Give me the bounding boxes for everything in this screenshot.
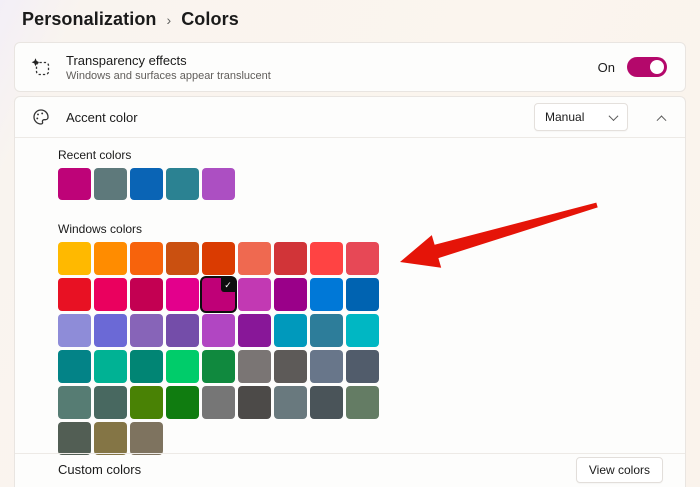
accent-color-content: Recent colors Windows colors ✓ — [15, 138, 685, 455]
color-swatch[interactable] — [202, 168, 235, 200]
color-swatch[interactable] — [238, 314, 271, 347]
color-swatch[interactable] — [346, 314, 379, 347]
color-swatch[interactable] — [238, 278, 271, 311]
color-swatch[interactable] — [58, 278, 91, 311]
color-swatch[interactable] — [346, 278, 379, 311]
color-swatch[interactable] — [166, 168, 199, 200]
color-swatch[interactable] — [58, 386, 91, 419]
selected-check-icon: ✓ — [221, 278, 235, 292]
color-swatch[interactable] — [130, 350, 163, 383]
color-swatch[interactable] — [346, 350, 379, 383]
color-swatch[interactable] — [94, 168, 127, 200]
color-swatch[interactable] — [130, 314, 163, 347]
color-swatch[interactable] — [58, 350, 91, 383]
color-swatch[interactable] — [310, 278, 343, 311]
transparency-subtitle: Windows and surfaces appear translucent — [66, 69, 271, 82]
color-swatch[interactable] — [346, 242, 379, 275]
color-swatch[interactable] — [310, 386, 343, 419]
settings-colors-page: Personalization › Colors Transparency ef… — [0, 0, 700, 487]
color-swatch[interactable] — [202, 314, 235, 347]
color-swatch[interactable] — [310, 242, 343, 275]
breadcrumb-separator-icon: › — [166, 12, 172, 28]
chevron-down-icon — [608, 110, 619, 121]
color-swatch[interactable] — [130, 168, 163, 200]
color-swatch[interactable] — [238, 350, 271, 383]
view-colors-button[interactable]: View colors — [575, 456, 663, 483]
windows-colors-grid: ✓ — [58, 242, 379, 455]
transparency-icon — [31, 57, 51, 77]
color-swatch[interactable] — [310, 350, 343, 383]
accent-color-card: Accent color Manual Recent colors Window… — [14, 96, 686, 487]
breadcrumb-colors: Colors — [181, 9, 239, 29]
recent-colors-row — [58, 168, 685, 200]
custom-colors-row: Custom colors View colors — [15, 453, 685, 487]
color-swatch[interactable] — [238, 242, 271, 275]
color-swatch[interactable] — [58, 242, 91, 275]
color-swatch[interactable] — [94, 386, 127, 419]
custom-colors-label: Custom colors — [58, 462, 142, 477]
toggle-knob — [650, 60, 664, 74]
color-swatch[interactable] — [166, 278, 199, 311]
color-swatch[interactable] — [166, 350, 199, 383]
accent-color-title: Accent color — [66, 109, 138, 125]
transparency-title: Transparency effects — [66, 52, 187, 68]
color-swatch[interactable] — [130, 422, 163, 455]
color-swatch[interactable] — [58, 422, 91, 455]
color-swatch[interactable] — [94, 350, 127, 383]
color-swatch[interactable] — [166, 386, 199, 419]
color-swatch[interactable] — [166, 314, 199, 347]
color-swatch[interactable] — [94, 278, 127, 311]
color-swatch[interactable] — [130, 386, 163, 419]
color-swatch[interactable]: ✓ — [202, 278, 235, 311]
color-swatch[interactable] — [166, 242, 199, 275]
toggle-state-label: On — [597, 59, 615, 75]
breadcrumb: Personalization › Colors — [22, 9, 239, 30]
color-swatch[interactable] — [94, 422, 127, 455]
accent-mode-value: Manual — [545, 110, 585, 124]
color-swatch[interactable] — [94, 242, 127, 275]
color-swatch[interactable] — [202, 242, 235, 275]
transparency-effects-card: Transparency effects Windows and surface… — [14, 42, 686, 92]
color-swatch[interactable] — [346, 386, 379, 419]
palette-icon — [31, 107, 51, 127]
color-swatch[interactable] — [238, 386, 271, 419]
color-swatch[interactable] — [274, 350, 307, 383]
accent-card-expander[interactable] — [656, 114, 667, 125]
color-swatch[interactable] — [274, 314, 307, 347]
color-swatch[interactable] — [274, 386, 307, 419]
color-swatch[interactable] — [202, 386, 235, 419]
accent-color-header: Accent color Manual — [15, 97, 685, 138]
recent-colors-label: Recent colors — [58, 148, 132, 162]
color-swatch[interactable] — [94, 314, 127, 347]
color-swatch[interactable] — [274, 242, 307, 275]
color-swatch[interactable] — [274, 278, 307, 311]
transparency-toggle[interactable] — [627, 57, 667, 77]
accent-mode-dropdown[interactable]: Manual — [534, 103, 628, 131]
color-swatch[interactable] — [58, 314, 91, 347]
color-swatch[interactable] — [310, 314, 343, 347]
color-swatch[interactable] — [130, 278, 163, 311]
windows-colors-label: Windows colors — [58, 222, 143, 236]
color-swatch[interactable] — [202, 350, 235, 383]
color-swatch[interactable] — [130, 242, 163, 275]
color-swatch[interactable] — [58, 168, 91, 200]
chevron-up-icon — [656, 114, 667, 125]
breadcrumb-personalization[interactable]: Personalization — [22, 9, 157, 30]
